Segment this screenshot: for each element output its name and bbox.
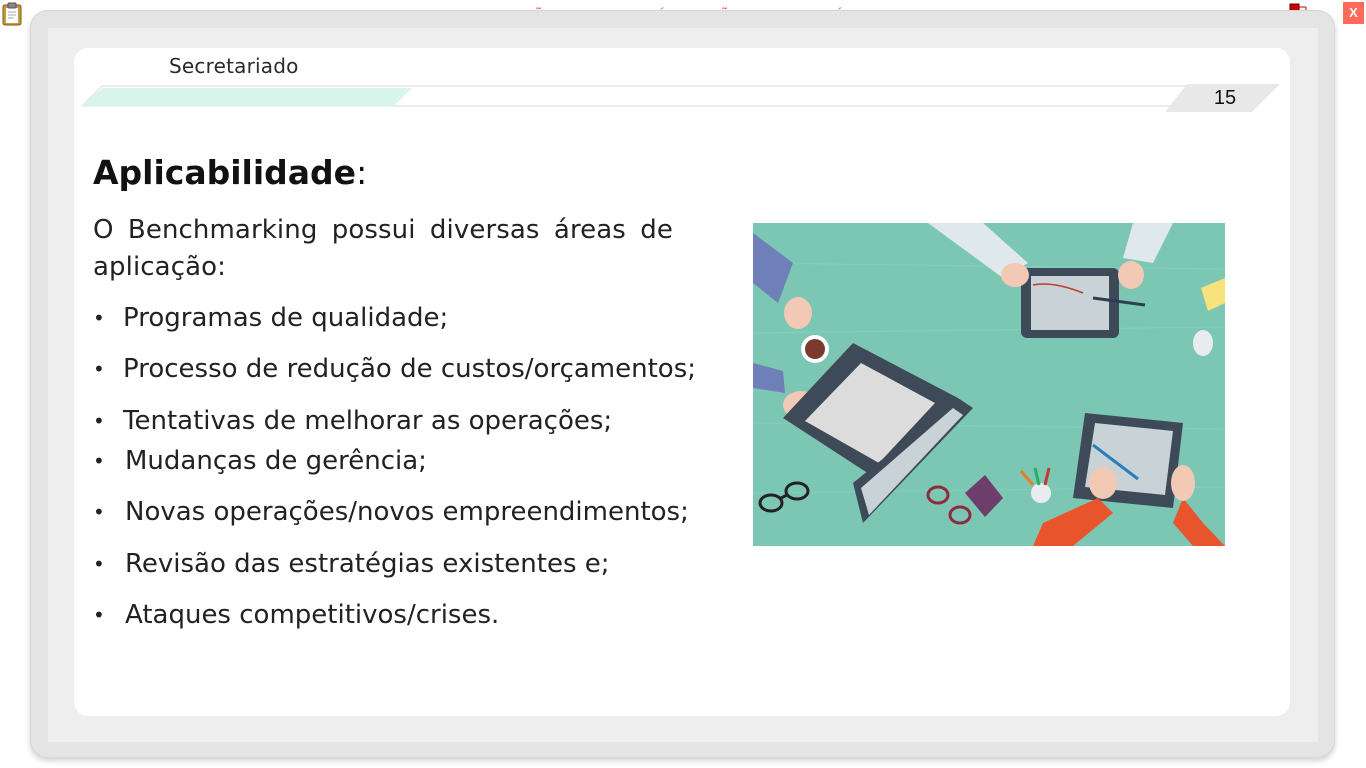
header-bar: [82, 84, 1280, 112]
clipboard-icon[interactable]: [2, 2, 22, 26]
heading-colon: :: [356, 153, 368, 192]
teamwork-desk-illustration: [753, 223, 1225, 546]
bullet-dot: •: [93, 357, 105, 381]
list-item-text: Novas operações/novos empreendimentos;: [125, 497, 689, 527]
list-item-text: Revisão das estratégias existentes e;: [125, 549, 610, 579]
list-item-text: Tentativas de melhorar as operações;: [123, 406, 613, 436]
bullet-dot: •: [93, 449, 105, 473]
bullet-dot: •: [93, 603, 105, 627]
intro-paragraph: O Benchmarking possui diversas áreas de …: [93, 215, 673, 282]
bullet-dot: •: [93, 500, 105, 524]
page-number: 15: [1213, 87, 1237, 109]
list-item-text: Processo de redução de custos/orçamentos…: [123, 354, 697, 384]
slide-heading: Aplicabilidade:: [93, 153, 367, 192]
list-item-text: Mudanças de gerência;: [125, 446, 427, 476]
heading-text: Aplicabilidade: [93, 153, 357, 192]
section-title: Secretariado: [169, 54, 299, 78]
bullet-dot: •: [93, 409, 105, 433]
list-item-text: Ataques competitivos/crises.: [125, 600, 500, 630]
bullet-dot: •: [93, 552, 105, 576]
close-button[interactable]: X: [1343, 2, 1364, 24]
list-item-text: Programas de qualidade;: [123, 303, 449, 333]
bullet-dot: •: [93, 306, 105, 330]
